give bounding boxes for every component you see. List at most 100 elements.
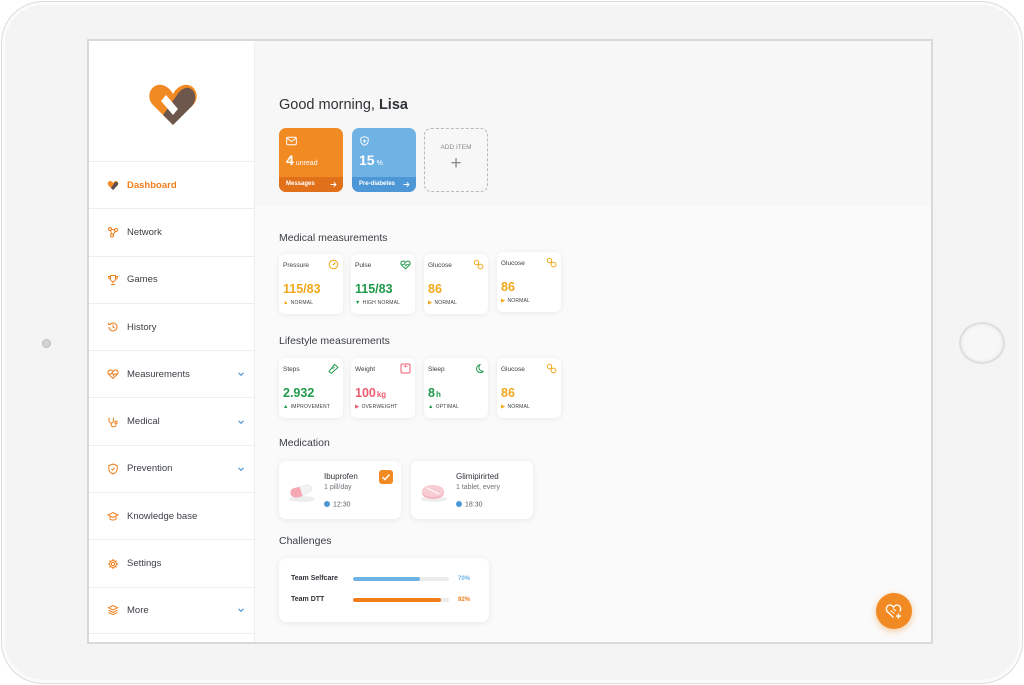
sidebar-item-label: Medical (127, 416, 160, 428)
sidebar-item-medical[interactable]: Medical (89, 397, 255, 444)
sidebar-item-knowledge-base[interactable]: Knowledge base (89, 492, 255, 539)
lifestyle-card-glucose[interactable]: Glucose 86 ▶ NORMAL (497, 358, 561, 418)
sidebar-item-label: Dashboard (127, 179, 177, 191)
glucose-icon (546, 363, 557, 374)
heart-pulse-icon (400, 260, 411, 270)
medication-card-ibuprofen[interactable]: Ibuprofen 1 pill/day 12:30 (279, 461, 401, 519)
trophy-icon (107, 274, 119, 286)
messages-tile[interactable]: 4 unread Messages (279, 128, 343, 192)
shield-icon (107, 463, 119, 475)
card-value: 115/83 (283, 282, 321, 296)
prediabetes-tile[interactable]: 15% Pre-diabetes (352, 128, 416, 192)
challenge-progress-bar (353, 598, 449, 602)
lifestyle-card-steps[interactable]: Steps 2.932 ▲ IMPROVEMENT (279, 358, 343, 418)
glucose-icon (473, 259, 484, 270)
card-value: 86 (501, 280, 515, 294)
challenge-percent: 92% (458, 597, 471, 603)
heart-logo-icon (107, 179, 119, 191)
medication-time: 12:30 (324, 501, 351, 509)
chevron-down-icon[interactable] (237, 465, 245, 473)
messages-label: Messages (286, 181, 315, 187)
sidebar-item-dashboard[interactable]: Dashboard (89, 161, 255, 208)
home-button[interactable] (959, 322, 1005, 364)
card-value: 86 (428, 282, 442, 296)
shoe-icon (328, 363, 339, 374)
taken-checkbox[interactable] (379, 470, 393, 484)
card-status: ▶ NORMAL (501, 404, 531, 410)
sidebar-item-measurements[interactable]: Measurements (89, 350, 255, 397)
challenge-team-name: Team DTT (291, 596, 325, 603)
card-label: Pulse (355, 262, 372, 269)
gauge-icon (328, 259, 339, 270)
chevron-down-icon[interactable] (237, 418, 245, 426)
sidebar-nav: Dashboard Network Games History Measurem… (89, 161, 255, 634)
medication-card-glimipirirted[interactable]: Glimipirirted 1 tablet, every 18:30 (411, 461, 533, 519)
gear-icon (107, 558, 119, 570)
tablet-icon (421, 485, 447, 502)
sidebar-item-label: History (127, 321, 157, 333)
sidebar-item-label: Measurements (127, 368, 190, 380)
card-value: 86 (501, 386, 515, 400)
section-medication-title: Medication (279, 437, 330, 449)
challenge-progress-fill (353, 598, 442, 602)
card-label: Weight (355, 366, 376, 373)
stethoscope-icon (107, 416, 119, 428)
card-value: 8h (428, 386, 441, 400)
challenge-progress-bar (353, 577, 449, 581)
heart-pulse-icon (107, 368, 119, 380)
add-item-button[interactable]: ADD ITEM + (424, 128, 488, 192)
layers-icon (107, 604, 119, 616)
measurement-card-pressure[interactable]: Pressure 115/83 ▲ NORMAL (279, 254, 343, 314)
sidebar-item-more[interactable]: More (89, 586, 255, 634)
medication-dose: 1 pill/day (324, 484, 352, 491)
checkmark-icon (381, 474, 391, 481)
greeting-prefix: Good morning, (279, 97, 375, 113)
prediabetes-footer[interactable]: Pre-diabetes (352, 177, 416, 192)
sidebar-item-network[interactable]: Network (89, 208, 255, 255)
messages-count: 4 unread (286, 152, 318, 168)
challenge-progress-fill (353, 577, 421, 581)
measurement-card-glucose[interactable]: Glucose 86 ▶ NORMAL (424, 254, 488, 314)
sidebar-item-prevention[interactable]: Prevention (89, 444, 255, 492)
add-measurement-fab[interactable] (876, 593, 912, 629)
measurement-card-pulse[interactable]: Pulse 115/83 ▼ HIGH NORMAL (351, 254, 415, 314)
measurement-card-glucose[interactable]: Glucose 86 ▶ NORMAL (497, 252, 561, 312)
card-value: 115/83 (355, 282, 393, 296)
sidebar-item-label: Games (127, 274, 158, 286)
card-status: ▶ NORMAL (428, 300, 458, 306)
sidebar-item-games[interactable]: Games (89, 255, 255, 303)
sidebar-item-settings[interactable]: Settings (89, 539, 255, 586)
clock-icon (456, 501, 462, 507)
messages-footer[interactable]: Messages (279, 177, 343, 192)
medication-time: 18:30 (456, 501, 483, 509)
sidebar-item-label: Network (127, 226, 162, 238)
prediabetes-label: Pre-diabetes (359, 181, 396, 187)
sidebar-item-label: More (127, 604, 149, 616)
moon-icon (476, 364, 484, 374)
medication-dose: 1 tablet, every (456, 484, 500, 491)
chevron-down-icon[interactable] (237, 606, 245, 614)
chevron-down-icon[interactable] (237, 370, 245, 378)
plus-icon: + (450, 153, 462, 174)
card-value: 100kg (355, 386, 387, 400)
card-status: ▶ OVERWEIGHT (355, 404, 398, 410)
card-value: 2.932 (283, 386, 315, 400)
heart-plus-icon (885, 604, 902, 619)
clock-icon (324, 501, 330, 507)
sidebar-item-label: Knowledge base (127, 510, 198, 522)
camera-dot (42, 339, 51, 348)
lifestyle-card-sleep[interactable]: Sleep 8h ▲ OPTIMAL (424, 358, 488, 418)
card-label: Steps (283, 366, 300, 373)
arrow-right-icon (330, 181, 337, 188)
card-label: Pressure (283, 262, 310, 269)
card-status: ▲ OPTIMAL (428, 404, 460, 410)
card-label: Glucose (428, 262, 452, 269)
challenges-card[interactable]: Team Selfcare 70% Team DTT 92% (279, 558, 489, 622)
mail-icon (286, 136, 297, 146)
sidebar-item-history[interactable]: History (89, 302, 255, 350)
history-icon (107, 321, 119, 333)
shield-plus-icon (360, 136, 369, 146)
section-lifestyle-title: Lifestyle measurements (279, 335, 390, 347)
medication-name: Glimipirirted (456, 472, 499, 481)
lifestyle-card-weight[interactable]: Weight 100kg ▶ OVERWEIGHT (351, 358, 415, 418)
